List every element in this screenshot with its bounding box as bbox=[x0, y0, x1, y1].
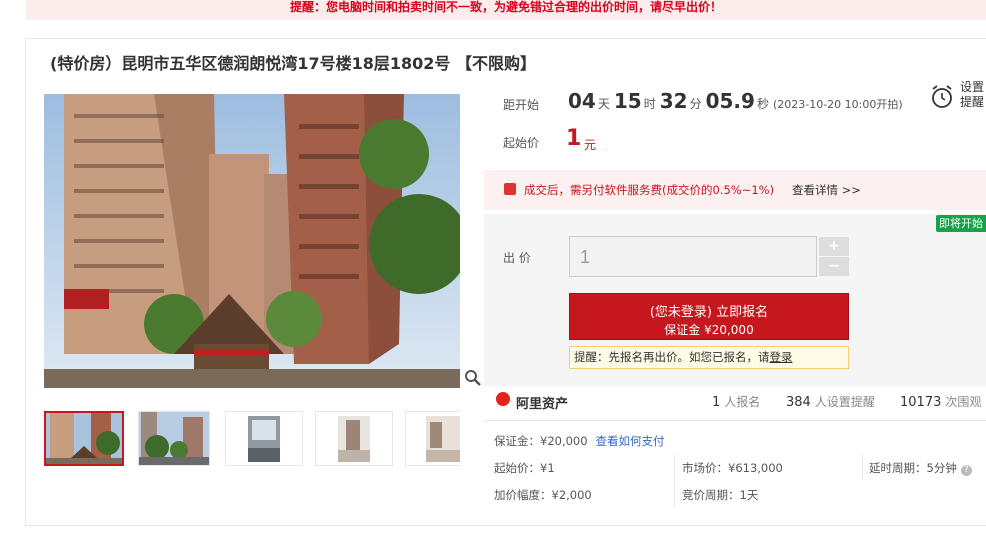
page-title: (特价房）昆明市五华区德润朗悦湾17号楼18层1802号 【不限购】 bbox=[50, 54, 536, 73]
countdown-label: 距开始 bbox=[503, 98, 540, 112]
start-price-label: 起始价 bbox=[503, 136, 540, 150]
thumbnail-5[interactable] bbox=[405, 411, 460, 466]
countdown-seconds: 05.9 bbox=[705, 89, 755, 113]
deposit-amount: 保证金 ¥20,000 bbox=[664, 323, 754, 337]
gift-icon bbox=[504, 183, 516, 195]
countdown-timer: 04 天 15 时 32 分 05.9 秒 (2023-10-20 10:00开拍) bbox=[568, 89, 903, 113]
reminder-count-value: 384 bbox=[786, 395, 811, 410]
reminder-count-unit: 人设置提醒 bbox=[814, 395, 875, 409]
minutes-unit: 分 bbox=[689, 97, 702, 111]
countdown-hours: 15 bbox=[613, 89, 642, 113]
deposit-text: 保证金：¥20,000 bbox=[494, 434, 588, 448]
how-to-pay-link[interactable]: 查看如何支付 bbox=[596, 434, 665, 448]
column-divider bbox=[674, 455, 675, 507]
start-price-value: 1 bbox=[566, 126, 582, 151]
detail-bid-cycle: 竞价周期：1天 bbox=[682, 488, 759, 502]
delay-text: 延时周期：5分钟 bbox=[869, 461, 957, 475]
thumbnail-1[interactable] bbox=[44, 411, 124, 466]
alarm-clock-icon bbox=[932, 85, 952, 108]
signup-count: 1 人报名 bbox=[712, 393, 760, 410]
main-property-photo[interactable] bbox=[44, 94, 460, 388]
signup-count-value: 1 bbox=[712, 395, 721, 410]
days-unit: 天 bbox=[597, 97, 610, 111]
countdown-minutes: 32 bbox=[659, 89, 688, 113]
start-price-unit: 元 bbox=[584, 138, 597, 152]
countdown-days: 04 bbox=[568, 89, 596, 113]
thumbnail-3[interactable] bbox=[225, 411, 303, 466]
view-count-unit: 次围观 bbox=[945, 395, 982, 409]
remind-line-1: 设置 bbox=[960, 80, 985, 94]
bid-value: 1 bbox=[580, 247, 591, 267]
login-link[interactable]: 登录 bbox=[770, 350, 793, 364]
remind-line-2: 提醒 bbox=[960, 95, 985, 109]
thumbnail-2[interactable] bbox=[138, 411, 210, 466]
auction-start-time: (2023-10-20 10:00开拍) bbox=[772, 98, 903, 111]
zoom-icon[interactable] bbox=[464, 369, 482, 387]
detail-start-price: 起始价：¥1 bbox=[494, 461, 555, 475]
column-divider bbox=[862, 455, 863, 480]
deposit-info: 保证金：¥20,000 查看如何支付 bbox=[494, 433, 665, 449]
bid-amount-input[interactable]: 1 bbox=[569, 236, 817, 277]
view-details-link[interactable]: 查看详情 >> bbox=[792, 182, 861, 198]
time-mismatch-notice: 提醒：您电脑时间和拍卖时间不一致，为避免错过合理的出价时间，请尽早出价！ bbox=[26, 0, 986, 20]
detail-delay-cycle: 延时周期：5分钟? bbox=[869, 460, 972, 476]
help-icon[interactable]: ? bbox=[960, 465, 972, 476]
increase-bid-button[interactable]: + bbox=[819, 237, 849, 256]
bid-label: 出 价 bbox=[503, 251, 531, 265]
detail-increment: 加价幅度：¥2,000 bbox=[494, 488, 592, 502]
decrease-bid-button[interactable]: − bbox=[819, 257, 849, 276]
view-count-value: 10173 bbox=[900, 395, 942, 410]
login-tip-text: 提醒：先报名再出价。如您已报名，请 bbox=[574, 350, 770, 364]
view-count: 10173 次围观 bbox=[900, 393, 981, 410]
reminder-count: 384 人设置提醒 bbox=[786, 393, 875, 410]
hours-unit: 时 bbox=[643, 97, 656, 111]
status-badge: 即将开始 bbox=[936, 215, 986, 232]
platform-name: 阿里资产 bbox=[516, 397, 569, 412]
signup-button[interactable]: (您未登录) 立即报名 保证金 ¥20,000 bbox=[569, 293, 849, 340]
divider bbox=[484, 420, 986, 421]
signup-count-unit: 人报名 bbox=[724, 395, 761, 409]
set-reminder-label[interactable]: 设置 提醒 bbox=[960, 80, 984, 110]
ali-assets-logo-icon bbox=[496, 392, 510, 406]
seconds-unit: 秒 bbox=[756, 97, 769, 111]
service-fee-text: 成交后，需另付软件服务费(成交价的0.5%~1%) bbox=[524, 183, 775, 197]
detail-market-price: 市场价：¥613,000 bbox=[682, 461, 783, 475]
login-tip: 提醒：先报名再出价。如您已报名，请登录 bbox=[569, 346, 849, 369]
signup-label: (您未登录) 立即报名 bbox=[649, 305, 769, 320]
thumbnail-4[interactable] bbox=[315, 411, 393, 466]
